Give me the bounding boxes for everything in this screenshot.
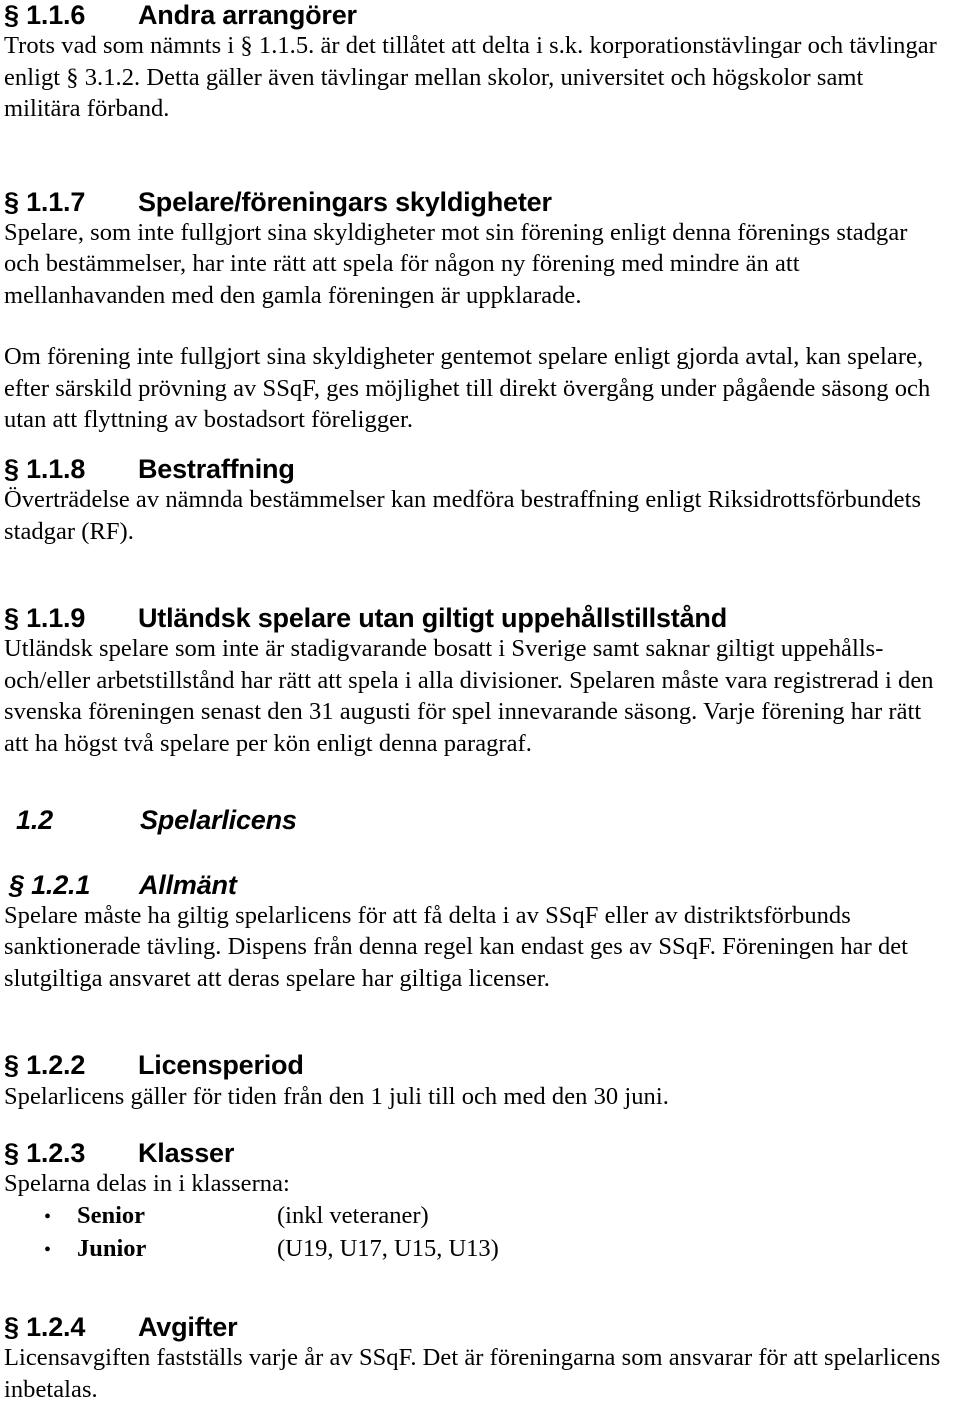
section-number: § 1.2.3 xyxy=(4,1138,86,1169)
section-number: 1.2 xyxy=(16,805,53,836)
section-title: Spelare/föreningars skyldigheter xyxy=(138,186,552,217)
section-body-1-1-7: Spelare, som inte fullgjort sina skyldig… xyxy=(4,218,908,309)
section-body-1-2-4: Licensavgiften fastställs varje år av SS… xyxy=(4,1344,941,1403)
classes-list: • Senior (inkl veteraner) • Junior (U19,… xyxy=(4,1200,946,1266)
list-item: • Senior (inkl veteraner) xyxy=(4,1200,946,1233)
section-heading-1-2-2: § 1.2.2 Licensperiod xyxy=(4,1050,946,1080)
list-item-term: Junior xyxy=(77,1234,147,1262)
document-page: § 1.1.6 Andra arrangörer Trots vad som nä… xyxy=(0,0,960,1426)
section-title: Bestraffning xyxy=(138,453,295,484)
section-title: Licensperiod xyxy=(138,1050,304,1081)
section-number: § 1.1.6 xyxy=(4,0,86,30)
section-number: § 1.1.8 xyxy=(4,453,86,484)
section-heading-1-2-3: § 1.2.3 Klasser xyxy=(4,1138,946,1168)
section-title: Klasser xyxy=(138,1138,235,1169)
section-number: § 1.2.1 xyxy=(9,869,91,900)
section-body-1-1-9: Utländsk spelare som inte är stadigvaran… xyxy=(4,635,934,757)
section-heading-1-1-6: § 1.1.6 Andra arrangörer xyxy=(4,0,946,30)
section-body-1-1-7-second: Om förening inte fullgjort sina skyldigh… xyxy=(4,343,931,434)
section-title: Utländsk spelare utan giltigt uppehållst… xyxy=(138,603,727,634)
section-number: § 1.1.7 xyxy=(4,186,86,217)
section-heading-1-2-4: § 1.2.4 Avgifter xyxy=(4,1312,946,1342)
section-body-1-2-1: Spelare måste ha giltig spelarlicens för… xyxy=(4,901,909,992)
list-item-term: Senior xyxy=(77,1201,146,1229)
list-item: • Junior (U19, U17, U15, U13) xyxy=(4,1233,946,1266)
section-body-1-1-6: Trots vad som nämnts i § 1.1.5. är det t… xyxy=(4,32,937,123)
list-item-detail: (U19, U17, U15, U13) xyxy=(277,1234,499,1262)
section-heading-1-2: 1.2 Spelarlicens xyxy=(16,805,946,835)
section-number: § 1.1.9 xyxy=(4,603,86,634)
section-body-1-2-2: Spelarlicens gäller för tiden från den 1… xyxy=(4,1082,669,1110)
section-title: Allmänt xyxy=(139,869,237,900)
section-heading-1-1-9: § 1.1.9 Utländsk spelare utan giltigt upp… xyxy=(4,603,946,633)
section-number: § 1.2.2 xyxy=(4,1050,86,1081)
bullet-icon: • xyxy=(44,1205,52,1228)
section-title: Andra arrangörer xyxy=(138,0,357,30)
section-body-1-1-8: Överträdelse av nämnda bestämmelser kan … xyxy=(4,486,922,545)
section-title: Avgifter xyxy=(138,1311,238,1342)
section-heading-1-2-1: § 1.2.1 Allmänt xyxy=(9,870,946,900)
section-heading-1-1-7: § 1.1.7 Spelare/föreningars skyldigheter xyxy=(4,187,946,217)
section-heading-1-1-8: § 1.1.8 Bestraffning xyxy=(4,454,946,484)
section-title: Spelarlicens xyxy=(140,805,297,836)
bullet-icon: • xyxy=(44,1238,52,1261)
list-item-detail: (inkl veteraner) xyxy=(277,1201,429,1229)
section-body-1-2-3: Spelarna delas in i klasserna: xyxy=(4,1170,290,1198)
section-number: § 1.2.4 xyxy=(4,1311,86,1342)
